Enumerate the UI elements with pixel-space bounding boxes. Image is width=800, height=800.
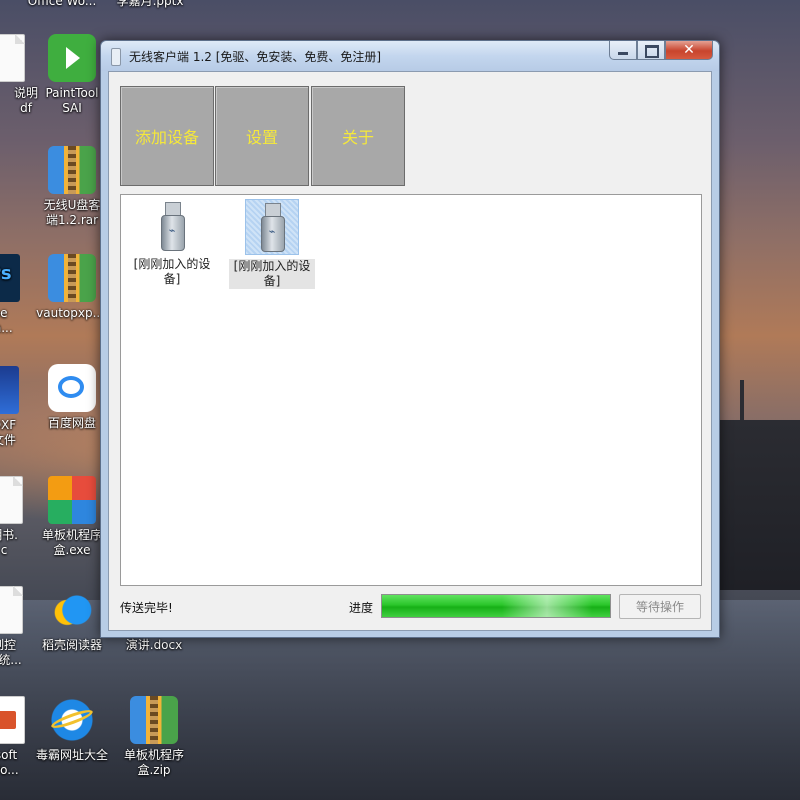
desktop-icon-office-word[interactable]: Office Wo...	[20, 0, 104, 9]
desktop-icon-label: 毒霸网址大全	[35, 748, 108, 762]
desktop-icon-label: 盒.zip	[137, 763, 171, 777]
device-item[interactable]: ⌁ [刚刚加入的设备]	[129, 199, 215, 287]
minimize-button[interactable]	[609, 41, 637, 60]
progress-bar	[381, 594, 611, 618]
status-message: 传送完毕!	[120, 601, 173, 615]
docer-reader-icon	[48, 586, 96, 634]
desktop-icon-label: 稻壳阅读器	[41, 638, 102, 652]
about-button[interactable]: 关于	[311, 86, 405, 186]
desktop-icon-label: 李嘉月.pptx	[116, 0, 184, 8]
pier-silhouette	[720, 420, 800, 590]
office-app-icon	[48, 476, 96, 524]
photoshop-icon	[0, 254, 20, 302]
desktop-icon-label: sh...	[0, 321, 13, 335]
progress-label: 进度	[349, 601, 374, 615]
desktop-icon-label: 系统...	[0, 653, 22, 667]
device-item-selected[interactable]: ⌁ [刚刚加入的设备]	[229, 199, 315, 289]
app-window: 无线客户端 1.2 [免驱、免安装、免费、免注册] ✕ 添加设备 设置 关于 ⌁…	[100, 40, 720, 638]
rar-archive-icon	[48, 254, 96, 302]
title-bar[interactable]: 无线客户端 1.2 [免驱、免安装、免费、免注册] ✕	[101, 41, 719, 71]
device-label: [刚刚加入的设备]	[133, 257, 211, 286]
usb-app-icon	[111, 48, 121, 66]
close-icon: ✕	[683, 42, 695, 58]
usb-drive-icon: ⌁	[245, 199, 299, 255]
pdf-file-icon	[0, 34, 25, 82]
desktop-icon-label: 文件	[0, 433, 16, 447]
doc-file-icon	[0, 476, 23, 524]
baidu-netdisk-icon	[48, 364, 96, 412]
maximize-button[interactable]	[637, 41, 665, 60]
window-title: 无线客户端 1.2 [免驱、免安装、免费、免注册]	[129, 50, 382, 64]
add-device-button[interactable]: 添加设备	[120, 86, 214, 186]
desktop-icon-ie-browser[interactable]: 毒霸网址大全	[30, 696, 114, 763]
doc-file-icon	[0, 586, 23, 634]
window-client-area: 添加设备 设置 关于 ⌁ [刚刚加入的设备] ⌁ [刚刚加入的设备] 传送完毕!…	[108, 71, 712, 631]
painttool-sai-icon	[48, 34, 96, 82]
ie-browser-icon	[48, 696, 96, 744]
desktop-icon-label: 单板机程序	[123, 748, 184, 762]
maximize-icon	[645, 45, 659, 58]
device-list[interactable]: ⌁ [刚刚加入的设备] ⌁ [刚刚加入的设备]	[120, 194, 702, 586]
desktop-icon-label: Po...	[0, 763, 19, 777]
settings-button[interactable]: 设置	[215, 86, 309, 186]
progress-shine	[502, 595, 592, 617]
close-button[interactable]: ✕	[665, 41, 713, 60]
desktop-icon-speech-docx[interactable]: 演讲.docx	[112, 638, 196, 653]
zip-archive-icon	[130, 696, 178, 744]
window-controls: ✕	[609, 41, 713, 61]
rar-archive-icon	[48, 146, 96, 194]
desktop-icon-board-zip[interactable]: 单板机程序 盒.zip	[112, 696, 196, 778]
minimize-icon	[618, 52, 628, 55]
dxf-app-icon	[0, 366, 19, 414]
usb-drive-icon: ⌁	[146, 199, 198, 253]
wait-operation-button[interactable]: 等待操作	[619, 594, 701, 619]
powerpoint-icon	[0, 696, 25, 744]
device-label: [刚刚加入的设备]	[229, 259, 315, 289]
desktop-icon-pptx[interactable]: 李嘉月.pptx	[108, 0, 192, 9]
desktop-icon-label: 演讲.docx	[125, 638, 183, 652]
desktop-icon-label: Office Wo...	[27, 0, 97, 8]
